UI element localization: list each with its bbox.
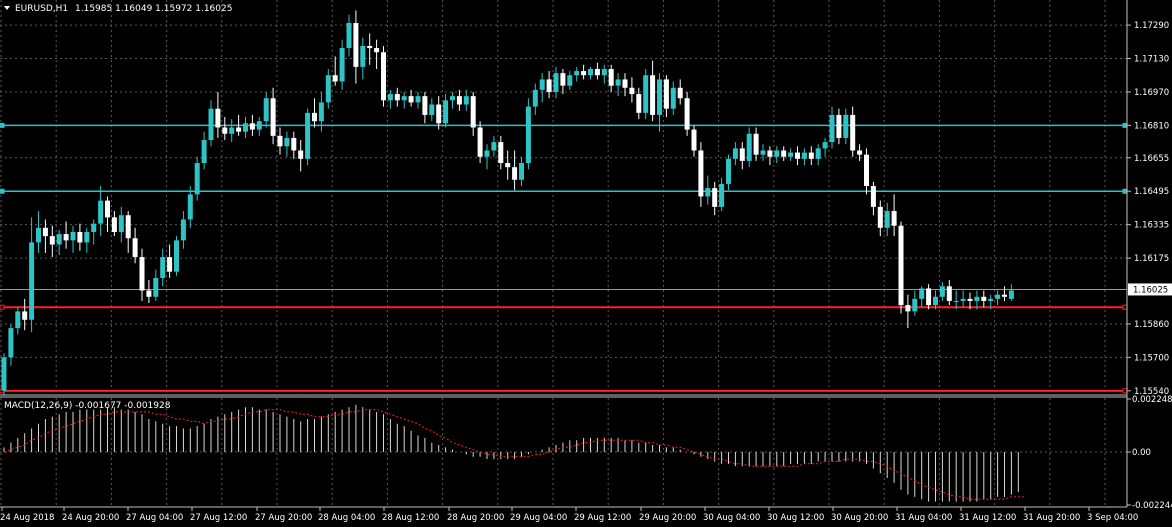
time-tick-label: 28 Aug 20:00: [447, 513, 504, 523]
time-tick-label: 31 Aug 12:00: [959, 513, 1016, 523]
level-line-handle[interactable]: [1122, 304, 1128, 310]
time-tick-label: 30 Aug 20:00: [831, 513, 888, 523]
price-tick-label: 1.15700: [1134, 353, 1169, 363]
time-tick-label: 28 Aug 12:00: [382, 513, 439, 523]
time-tick-label: 29 Aug 12:00: [574, 513, 631, 523]
time-tick-label: 24 Aug 20:00: [62, 513, 119, 523]
time-tick-label: 28 Aug 04:00: [318, 513, 375, 523]
candle: [643, 68, 649, 120]
price-tick-label: 1.16970: [1134, 88, 1169, 98]
time-tick-label: 31 Aug 04:00: [895, 513, 952, 523]
time-tick-label: 31 Aug 20:00: [1023, 513, 1080, 523]
time-tick-label: 29 Aug 04:00: [510, 513, 567, 523]
macd-tick-label: 0.00: [1132, 448, 1151, 458]
time-tick-label: 30 Aug 12:00: [767, 513, 824, 523]
price-tick-label: 1.15860: [1134, 320, 1169, 330]
macd-label: MACD(12,26,9) -0.001677 -0.001928: [4, 401, 171, 411]
time-tick-label: 29 Aug 20:00: [639, 513, 696, 523]
price-tick-label: 1.16495: [1134, 187, 1169, 197]
time-tick-label: 24 Aug 2018: [0, 513, 54, 523]
candle: [898, 221, 904, 314]
price-tick-label: 1.16175: [1134, 254, 1169, 264]
level-line-handle[interactable]: [0, 122, 5, 128]
candle: [477, 121, 483, 164]
candle: [525, 98, 531, 170]
level-line-handle[interactable]: [0, 304, 5, 310]
time-tick-label: 3 Sep 04:00: [1087, 513, 1138, 523]
candle: [194, 156, 200, 201]
level-line-handle[interactable]: [1122, 122, 1128, 128]
candle: [174, 236, 179, 276]
macd-tick-label: 0.002248: [1132, 395, 1172, 405]
price-tick-label: 1.16655: [1134, 154, 1169, 164]
current-price-label: 1.16025: [1133, 285, 1168, 295]
level-line-handle[interactable]: [1122, 388, 1128, 394]
time-tick-label: 30 Aug 04:00: [703, 513, 760, 523]
candle: [381, 45, 386, 107]
time-tick-label: 27 Aug 12:00: [190, 513, 247, 523]
ohlc-label: 1.15985 1.16049 1.15972 1.16025: [75, 4, 232, 14]
candle: [1, 353, 7, 395]
time-tick-label: 27 Aug 04:00: [126, 513, 183, 523]
time-tick-label: 27 Aug 20:00: [255, 513, 312, 523]
candle: [684, 91, 690, 136]
level-line-handle[interactable]: [0, 188, 5, 194]
price-tick-label: 1.16335: [1134, 221, 1169, 231]
price-tick-label: 1.16810: [1134, 121, 1169, 131]
level-line-handle[interactable]: [1122, 188, 1128, 194]
candle: [305, 108, 311, 166]
price-tick-label: 1.17290: [1134, 21, 1169, 31]
symbol-label[interactable]: EURUSD,H1: [15, 4, 68, 14]
price-tick-label: 1.17130: [1134, 55, 1169, 65]
chart-root: 1.17290 1.17130 1.16970 1.16810 1.16655 1.164…: [0, 0, 1172, 527]
macd-tick-label: -0.002244: [1132, 501, 1172, 511]
